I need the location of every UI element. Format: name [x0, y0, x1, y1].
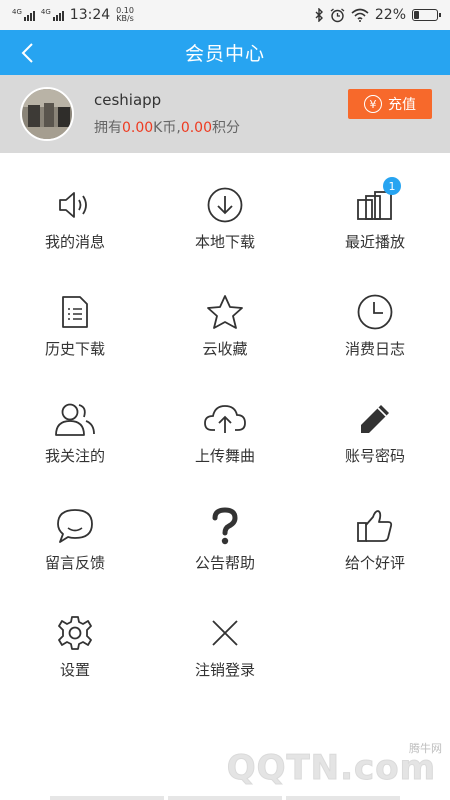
network-type-2: 4G: [40, 8, 51, 16]
menu-label: 公告帮助: [194, 554, 255, 572]
watermark-logo: QQTN.com: [226, 748, 436, 789]
network-speed: 0.10 KB/s: [116, 7, 134, 23]
status-right: 22%: [314, 7, 441, 23]
menu-label: 设置: [59, 661, 90, 679]
clock-icon: [353, 292, 397, 332]
menu-item-account-password[interactable]: 账号密码: [300, 367, 450, 474]
menu-label: 注销登录: [194, 661, 255, 679]
menu-label: 我关注的: [44, 447, 105, 465]
menu-label: 给个好评: [344, 554, 405, 572]
recharge-label: 充值: [388, 97, 416, 113]
cloud-upload-icon: [203, 399, 247, 439]
download-icon: [203, 185, 247, 225]
points-unit: 积分: [211, 120, 240, 136]
battery-icon: [412, 9, 441, 21]
menu-label: 最近播放: [344, 233, 405, 251]
speed-unit: KB/s: [116, 14, 134, 23]
menu-item-upload-music[interactable]: 上传舞曲: [150, 367, 300, 474]
menu-item-cloud-favorite[interactable]: 云收藏: [150, 260, 300, 367]
menu-label: 历史下载: [44, 340, 105, 358]
battery-percent: 22%: [374, 7, 406, 23]
status-bar: 4G 4G 13:24 0.10 KB/s 22%: [0, 0, 450, 30]
points-value: 0.00: [180, 120, 212, 136]
recent-play-icon: 1: [353, 177, 401, 225]
profile-info: ceshiapp 拥有0.00K币,0.00积分: [94, 91, 240, 137]
star-icon: [203, 292, 247, 332]
status-left: 4G 4G 13:24 0.10 KB/s: [12, 7, 134, 24]
app-header: 会员中心: [0, 30, 450, 75]
signal-icon: 4G: [12, 9, 35, 21]
alarm-icon: [330, 7, 345, 22]
clock-time: 13:24: [69, 7, 111, 23]
menu-item-logout[interactable]: 注销登录: [150, 581, 300, 688]
bluetooth-icon: [315, 8, 323, 22]
speaker-icon: [53, 185, 97, 225]
chevron-left-icon: [21, 43, 33, 63]
menu-label: 留言反馈: [44, 554, 105, 572]
pencil-icon: [353, 399, 397, 439]
menu-label: 云收藏: [202, 340, 248, 358]
balance-prefix: 拥有: [94, 120, 122, 136]
menu-item-consumption-log[interactable]: 消费日志: [300, 260, 450, 367]
gear-icon: [53, 613, 97, 653]
page-title: 会员中心: [184, 43, 265, 65]
menu-item-history-download[interactable]: 历史下载: [0, 260, 150, 367]
balance-line: 拥有0.00K币,0.00积分: [94, 117, 240, 137]
menu-item-announcement-help[interactable]: 公告帮助: [150, 474, 300, 581]
username: ceshiapp: [94, 91, 162, 109]
menu-item-recent-play[interactable]: 1 最近播放: [300, 153, 450, 260]
bottom-divider: [0, 796, 450, 800]
kcoin-unit: K币,: [153, 120, 181, 136]
close-icon: [203, 613, 247, 653]
chat-bubble-icon: [53, 506, 97, 546]
document-list-icon: [53, 292, 97, 332]
profile-card: ceshiapp 拥有0.00K币,0.00积分 ¥ 充值: [0, 75, 450, 153]
menu-item-following[interactable]: 我关注的: [0, 367, 150, 474]
menu-item-rate-app[interactable]: 给个好评: [300, 474, 450, 581]
wifi-icon: [351, 8, 369, 22]
recent-play-badge: 1: [383, 177, 401, 195]
menu-item-settings[interactable]: 设置: [0, 581, 150, 688]
yen-icon: ¥: [364, 95, 382, 113]
menu-label: 账号密码: [344, 447, 405, 465]
thumbs-up-icon: [353, 506, 397, 546]
menu-label: 上传舞曲: [194, 447, 255, 465]
avatar-photo: [22, 89, 72, 139]
menu-item-feedback[interactable]: 留言反馈: [0, 474, 150, 581]
network-type-1: 4G: [12, 8, 22, 16]
menu-item-local-download[interactable]: 本地下载: [150, 153, 300, 260]
avatar[interactable]: [20, 87, 74, 141]
menu-item-messages[interactable]: 我的消息: [0, 153, 150, 260]
back-button[interactable]: [10, 36, 44, 70]
signal-icon-2: 4G: [41, 9, 64, 21]
menu-label: 消费日志: [344, 340, 405, 358]
recharge-button[interactable]: ¥ 充值: [348, 89, 432, 119]
menu-label: 我的消息: [44, 233, 105, 251]
menu-label: 本地下载: [194, 233, 255, 251]
watermark: 腾牛网 QQTN.com: [226, 740, 442, 789]
users-icon: [53, 399, 97, 439]
question-icon: [203, 506, 247, 546]
kcoin-value: 0.00: [122, 120, 154, 136]
